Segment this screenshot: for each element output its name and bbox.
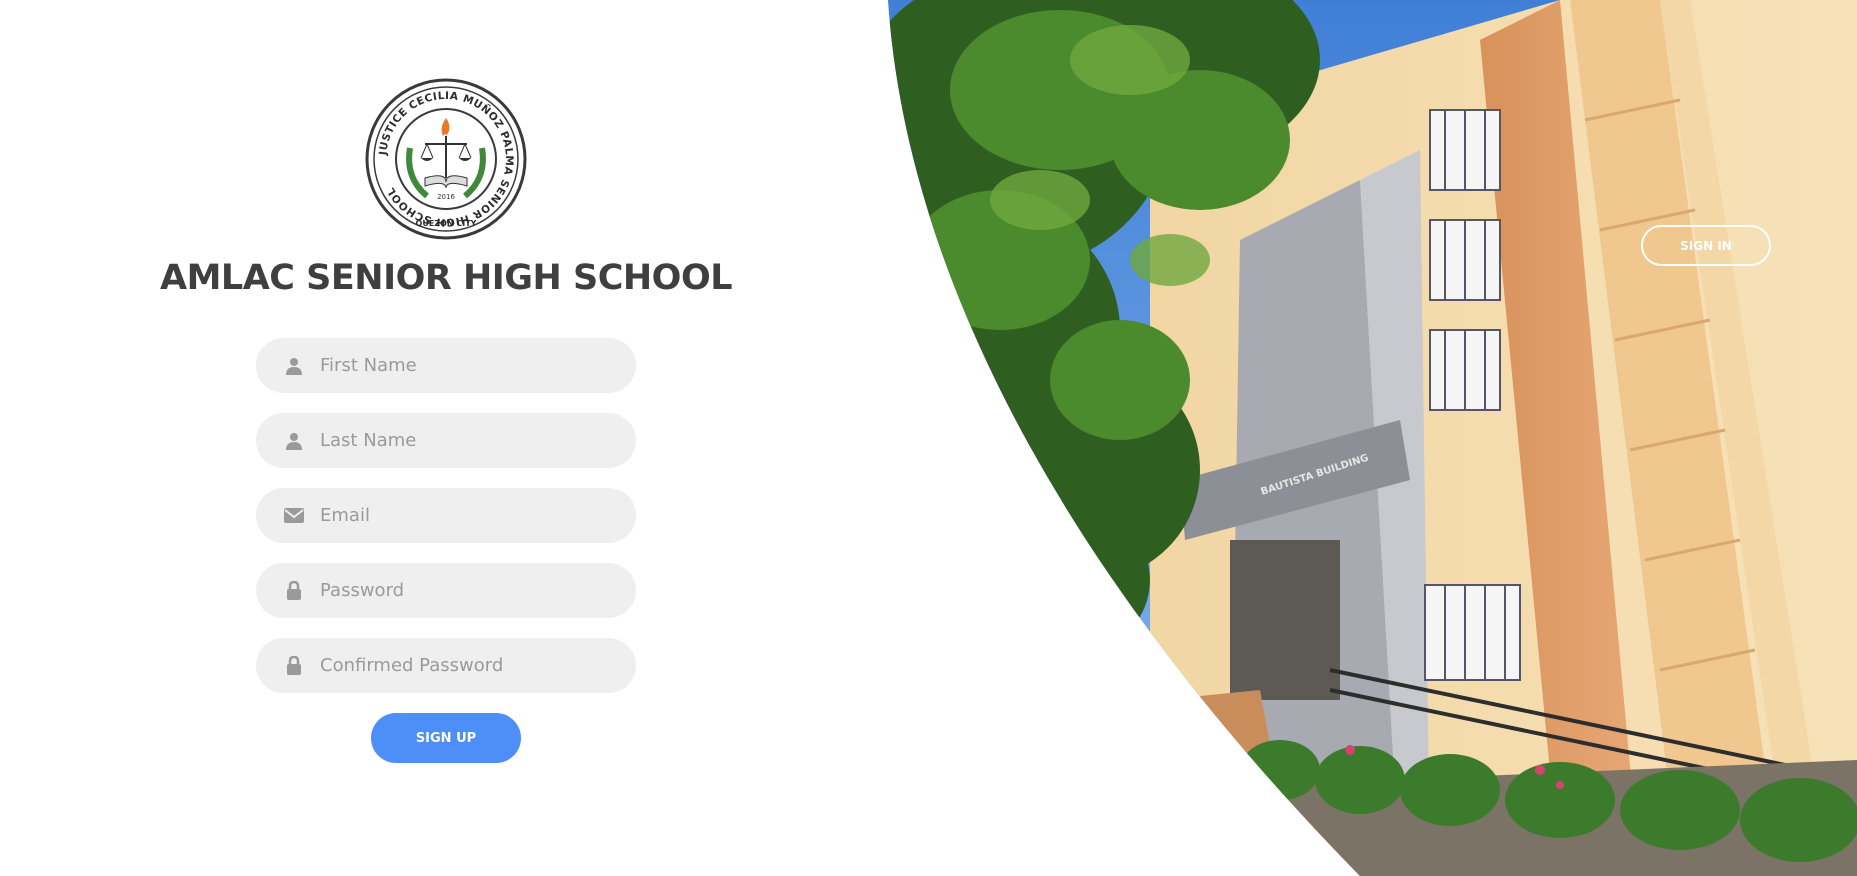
logo-year-text: 2016 — [437, 193, 455, 201]
confirm-password-input[interactable] — [320, 638, 620, 693]
password-input[interactable] — [320, 563, 620, 618]
sign-in-button[interactable]: SIGN IN — [1641, 225, 1771, 266]
lock-icon — [280, 656, 308, 676]
first-name-input[interactable] — [320, 338, 620, 393]
envelope-icon — [280, 506, 308, 526]
last-name-field[interactable] — [256, 413, 636, 468]
last-name-input[interactable] — [320, 413, 620, 468]
sign-up-button[interactable]: SIGN UP — [371, 713, 521, 763]
email-input[interactable] — [320, 488, 620, 543]
first-name-field[interactable] — [256, 338, 636, 393]
signup-panel: JUSTICE CECILIA MUÑOZ PALMA SENIOR HIGH … — [0, 0, 890, 876]
school-seal-logo: JUSTICE CECILIA MUÑOZ PALMA SENIOR HIGH … — [365, 78, 527, 240]
user-icon — [280, 356, 308, 376]
user-icon — [280, 431, 308, 451]
school-title: AMLAC SENIOR HIGH SCHOOL — [159, 258, 733, 298]
password-field[interactable] — [256, 563, 636, 618]
email-field[interactable] — [256, 488, 636, 543]
confirm-password-field[interactable] — [256, 638, 636, 693]
lock-icon — [280, 581, 308, 601]
logo-city-text: QUEZON CITY — [416, 219, 477, 228]
